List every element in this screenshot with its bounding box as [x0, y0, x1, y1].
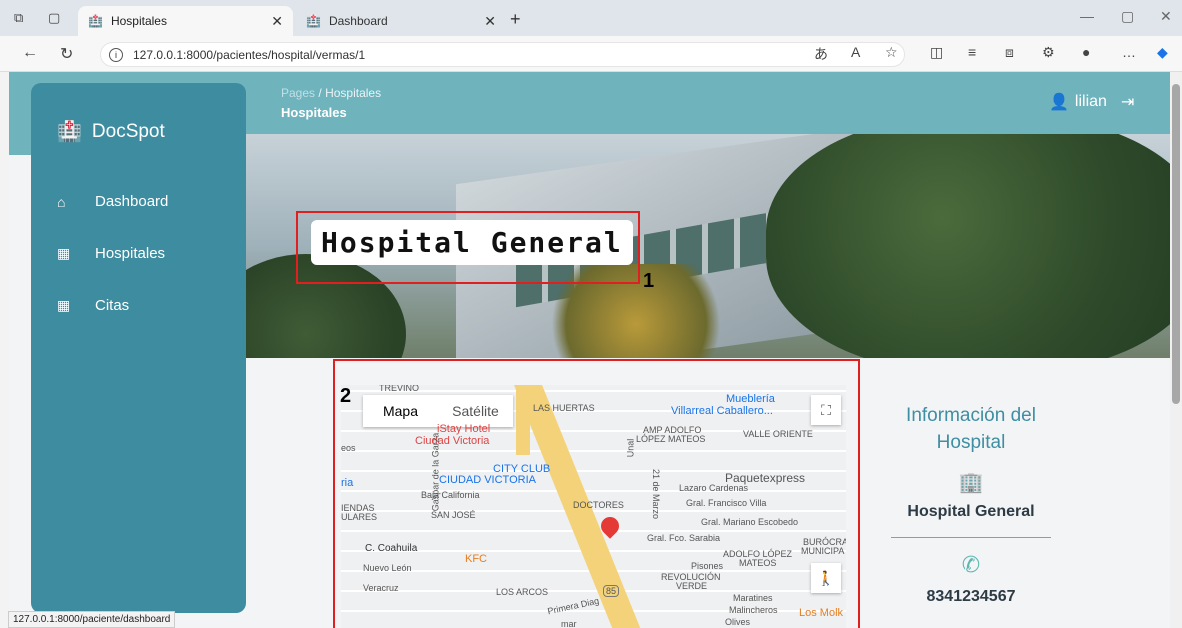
read-aloud-icon[interactable]: A	[851, 44, 860, 60]
hospital-icon: 🏥	[306, 14, 321, 28]
favorite-icon[interactable]: ☆	[885, 44, 898, 61]
status-bar-url: 127.0.0.1:8000/paciente/dashboard	[8, 611, 176, 628]
brand[interactable]: 🏥 DocSpot	[57, 119, 165, 144]
sidebar-item-dashboard[interactable]: ⌂ Dashboard	[57, 193, 168, 210]
hospital-phone: 8341234567	[926, 588, 1016, 605]
annotation-label-1: 1	[643, 270, 655, 292]
reload-icon[interactable]: ↻	[60, 44, 73, 64]
user-name[interactable]: lilian	[1075, 93, 1107, 111]
translate-icon[interactable]: あ	[814, 44, 828, 64]
close-icon[interactable]: ✕	[484, 13, 496, 30]
logout-icon[interactable]: ⇥	[1121, 92, 1134, 112]
user-icon: 👤	[1049, 94, 1069, 111]
sidebar-item-citas[interactable]: ▦ Citas	[57, 297, 129, 314]
minimize-icon[interactable]: —	[1080, 8, 1094, 24]
page-title: Hospitales	[281, 105, 347, 120]
profile-icon[interactable]: ●	[1082, 44, 1090, 60]
info-title: Información del Hospital	[906, 405, 1036, 453]
tab-label: Dashboard	[328, 14, 388, 28]
sidebar: 🏥 DocSpot ⌂ Dashboard ▦ Hospitales ▦ Cit…	[31, 83, 246, 613]
breadcrumb: Pages / Hospitales	[281, 86, 381, 100]
hospital-name: Hospital General	[907, 503, 1035, 520]
tab-dashboard[interactable]: 🏥 Dashboard ✕	[296, 6, 506, 36]
favorites-icon[interactable]: ≡	[968, 44, 976, 60]
tab-actions-icon[interactable]: ▢	[48, 10, 60, 26]
sidebar-item-label: Dashboard	[95, 193, 169, 210]
brand-name: DocSpot	[91, 120, 165, 142]
close-window-icon[interactable]: ✕	[1160, 8, 1172, 25]
breadcrumb-separator: /	[318, 86, 322, 100]
info-icon[interactable]: i	[109, 47, 123, 62]
breadcrumb-current: Hospitales	[325, 86, 382, 100]
url-text[interactable]: 127.0.0.1:8000/pacientes/hospital/vermas…	[133, 48, 365, 62]
extensions-icon[interactable]: ⚙	[1042, 44, 1055, 61]
annotation-label-2: 2	[340, 385, 352, 407]
sidebar-item-label: Hospitales	[95, 245, 166, 262]
maximize-icon[interactable]: ▢	[1121, 8, 1134, 25]
close-icon[interactable]: ✕	[271, 13, 283, 30]
tab-hospitales[interactable]: 🏥 Hospitales ✕	[78, 6, 293, 36]
hospital-icon: ▦	[57, 297, 71, 313]
new-tab-button[interactable]: +	[510, 9, 521, 30]
tree-right	[766, 134, 1170, 358]
workspaces-icon[interactable]: ⧉	[14, 10, 23, 26]
sidebar-item-label: Citas	[95, 297, 130, 314]
split-screen-icon[interactable]: ◫	[930, 44, 943, 61]
sidebar-item-hospitales[interactable]: ▦ Hospitales	[57, 245, 165, 262]
hospital-info-panel: Información del Hospital 🏢 Hospital Gene…	[873, 402, 1069, 606]
address-bar[interactable]: i 127.0.0.1:8000/pacientes/hospital/verm…	[100, 42, 905, 67]
copilot-icon[interactable]: ◆	[1157, 44, 1168, 61]
more-icon[interactable]: …	[1122, 44, 1136, 60]
tab-label: Hospitales	[110, 14, 167, 28]
divider	[891, 537, 1051, 538]
annotation-box-2	[333, 359, 860, 628]
user-area: 👤 lilian ⇥	[1049, 92, 1134, 112]
home-icon: ⌂	[57, 193, 66, 210]
back-icon[interactable]: ←	[22, 44, 38, 62]
hospital-icon: 🏢	[958, 472, 984, 494]
phone-icon: ✆	[961, 552, 981, 577]
hospital-icon: ▦	[57, 245, 71, 261]
annotation-box-1	[296, 211, 640, 284]
hospital-icon: 🏥	[88, 14, 103, 28]
page-content: 🏥 DocSpot ⌂ Dashboard ▦ Hospitales ▦ Cit…	[9, 72, 1170, 628]
scrollbar-thumb[interactable]	[1172, 84, 1180, 404]
collections-icon[interactable]: ⧈	[1005, 44, 1014, 61]
hospital-icon: 🏥	[57, 121, 82, 143]
breadcrumb-root[interactable]: Pages	[281, 86, 315, 100]
